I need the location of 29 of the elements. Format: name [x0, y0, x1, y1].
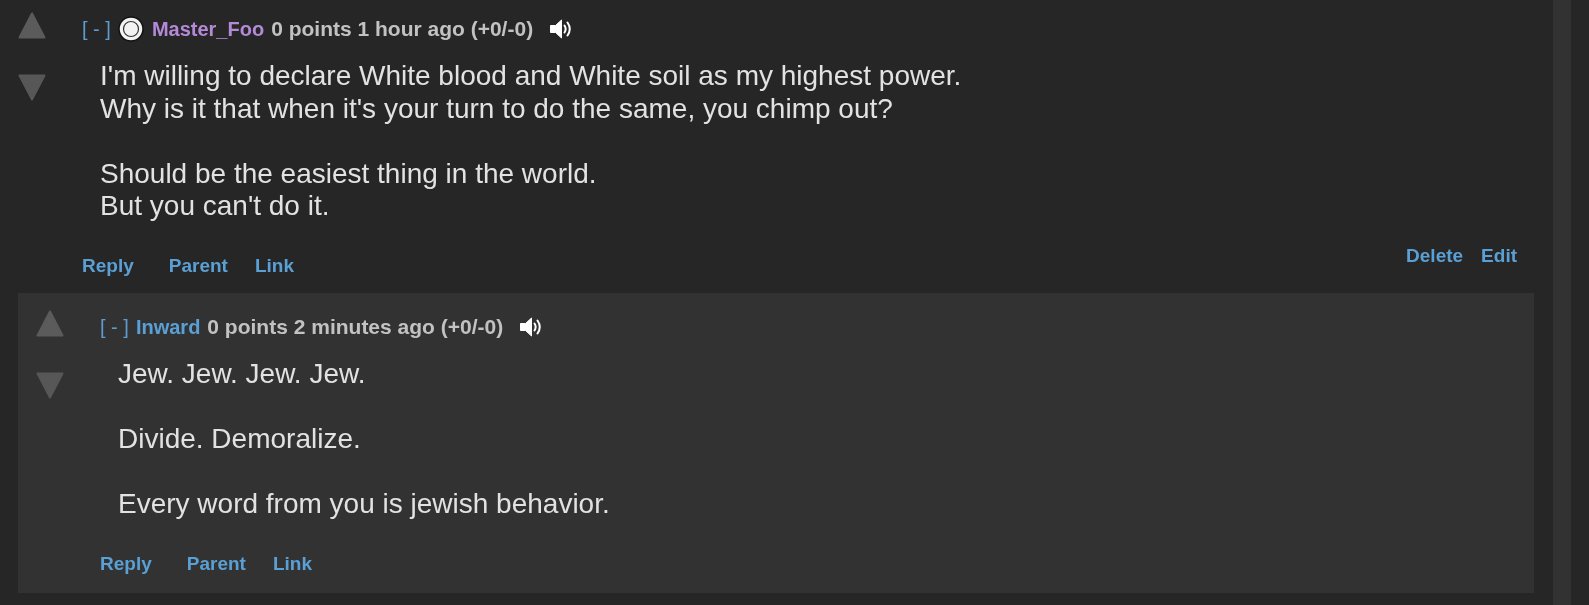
collapse-toggle[interactable]: [ - ]	[100, 315, 129, 339]
comment-score: 0 points	[207, 315, 288, 338]
action-link[interactable]: Reply	[100, 551, 152, 576]
vote-tally: (+0/-0)	[470, 17, 534, 40]
comment-paragraph: I'm willing to declare White blood and White soil as my highest power. Why is it that when it's your turn to do the same, you chimp out?	[100, 60, 963, 125]
action-link[interactable]: Parent	[186, 551, 246, 576]
comment-paragraph: Every word from you is jewish behavior.	[118, 488, 611, 521]
comment-score: 0 points	[271, 17, 352, 40]
vote-tally: (+0/-0)	[440, 315, 504, 338]
down-arrow-icon[interactable]	[36, 372, 64, 400]
action-link[interactable]: Edit	[1481, 243, 1517, 268]
speaker-icon[interactable]	[519, 316, 544, 338]
collapse-toggle[interactable]: [ - ]	[82, 17, 111, 41]
up-arrow-icon[interactable]	[36, 309, 64, 337]
comment-timestamp: 2 minutes ago	[293, 315, 435, 338]
comment-timestamp: 1 hour ago	[357, 17, 465, 40]
comment-paragraph: Divide. Demoralize.	[118, 423, 362, 456]
comment-paragraph: Should be the easiest thing in the world. But you can't do it.	[100, 157, 598, 223]
comment-paragraph: Jew. Jew. Jew. Jew.	[118, 358, 367, 391]
author-name[interactable]: Inward	[135, 315, 201, 339]
speaker-icon[interactable]	[549, 18, 574, 40]
author-name[interactable]: Master_Foo	[151, 17, 265, 41]
down-arrow-icon[interactable]	[18, 74, 46, 102]
action-link[interactable]: Link	[254, 253, 294, 278]
action-link[interactable]: Reply	[82, 253, 134, 278]
up-arrow-icon[interactable]	[18, 11, 46, 39]
action-link[interactable]: Link	[272, 551, 312, 576]
action-link[interactable]: Delete	[1406, 243, 1464, 268]
action-link[interactable]: Parent	[168, 253, 228, 278]
